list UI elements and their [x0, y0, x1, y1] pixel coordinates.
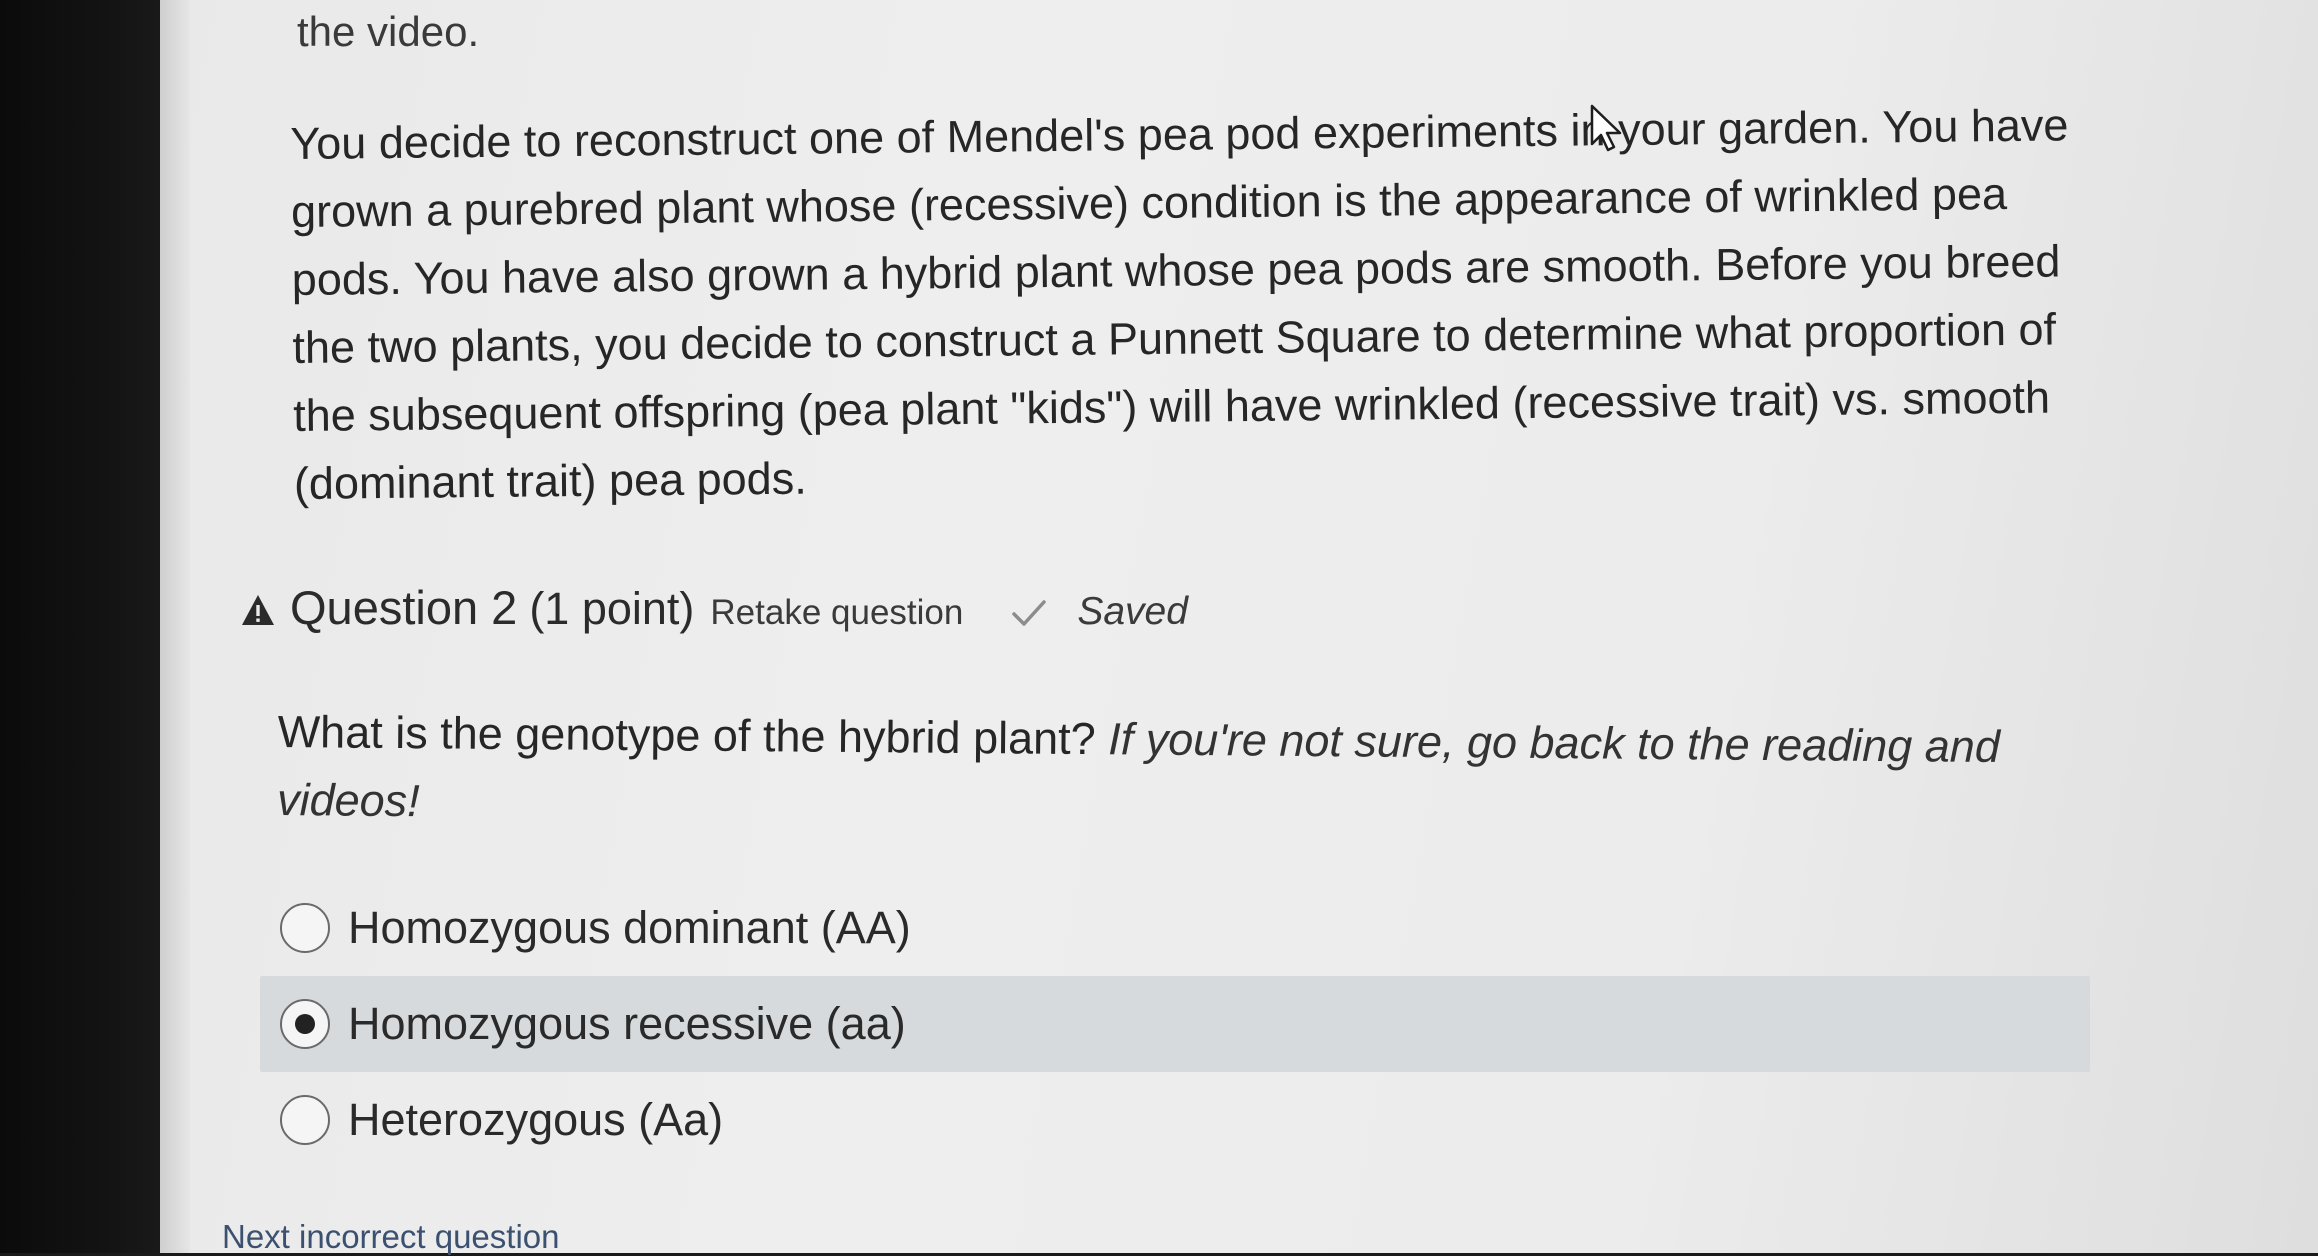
question-title: Question 2: [290, 581, 518, 634]
radio-dot: [295, 1014, 315, 1034]
radio-button[interactable]: [280, 903, 330, 953]
question-prompt: What is the genotype of the hybrid plant…: [277, 698, 2078, 850]
option-label: Homozygous recessive (aa): [348, 998, 906, 1049]
question-header: Question 2 (1 point) Retake question Sav…: [240, 580, 1188, 635]
option-heterozygous[interactable]: Heterozygous (Aa): [260, 1072, 2090, 1168]
radio-button[interactable]: [280, 1095, 330, 1145]
question-text: What is the genotype of the hybrid plant…: [277, 705, 1096, 765]
answer-options: Homozygous dominant (AA) Homozygous rece…: [260, 880, 2090, 1168]
warning-triangle-icon: [242, 595, 274, 625]
option-homozygous-dominant[interactable]: Homozygous dominant (AA): [260, 880, 2090, 976]
radio-button-selected[interactable]: [280, 999, 330, 1049]
previous-paragraph-tail: the video.: [297, 8, 480, 55]
saved-status: Saved: [1077, 590, 1188, 633]
mouse-pointer-icon: [1590, 104, 1622, 152]
checkmark-icon: [1012, 600, 1047, 626]
next-incorrect-question-link[interactable]: Next incorrect question: [222, 1218, 560, 1256]
quiz-content: the video. You decide to reconstruct one…: [0, 0, 2318, 1256]
option-homozygous-recessive[interactable]: Homozygous recessive (aa): [260, 976, 2090, 1072]
retake-question-link[interactable]: Retake question: [710, 593, 963, 633]
option-label: Heterozygous (Aa): [348, 1094, 724, 1145]
question-points: (1 point): [529, 583, 695, 634]
question-passage: You decide to reconstruct one of Mendel'…: [290, 99, 2069, 509]
option-label: Homozygous dominant (AA): [348, 902, 911, 953]
